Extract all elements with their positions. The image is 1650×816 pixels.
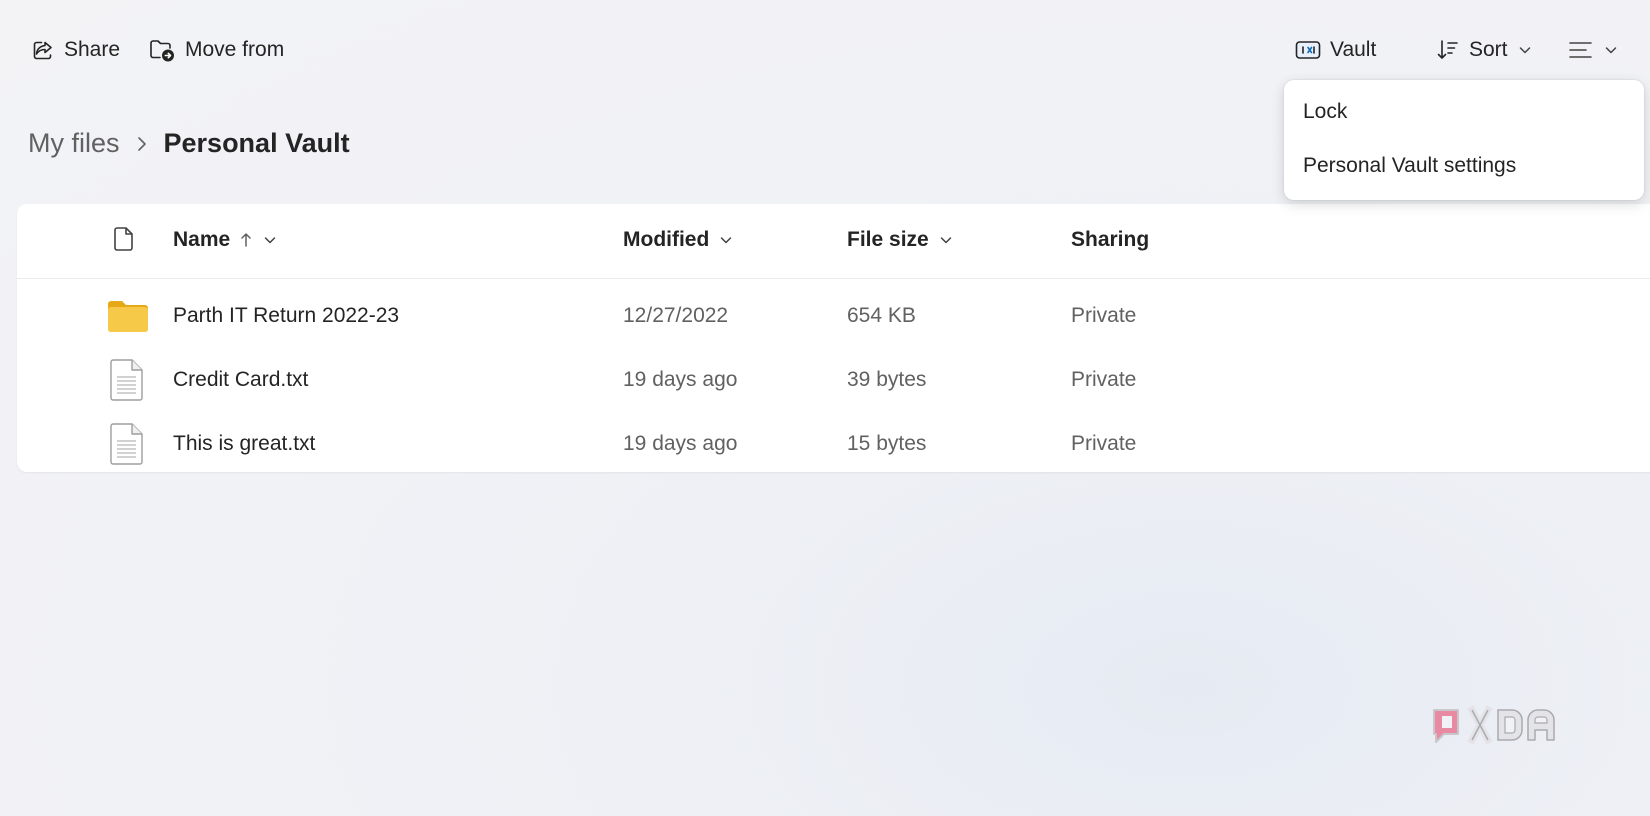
sort-icon — [1436, 38, 1460, 62]
file-sharing: Private — [1071, 432, 1137, 455]
vault-icon — [1295, 39, 1321, 61]
file-name[interactable]: Parth IT Return 2022-23 — [173, 304, 399, 328]
column-name-label: Name — [173, 228, 231, 251]
vault-menu: Lock Personal Vault settings — [1284, 80, 1644, 200]
file-list-header: Name Modified File size Sharing — [17, 204, 1650, 279]
chevron-down-icon — [718, 232, 734, 248]
column-header-modified[interactable]: Modified — [623, 228, 734, 252]
chevron-down-icon — [938, 232, 954, 248]
chevron-down-icon — [262, 232, 278, 248]
folder-icon — [106, 298, 150, 334]
file-name[interactable]: This is great.txt — [173, 432, 315, 456]
table-row[interactable]: Parth IT Return 2022-23 12/27/2022 654 K… — [17, 284, 1650, 348]
view-options-button[interactable] — [1568, 34, 1619, 66]
text-file-icon — [110, 422, 144, 466]
file-modified: 19 days ago — [623, 368, 738, 391]
file-size: 15 bytes — [847, 432, 927, 455]
column-sharing-label: Sharing — [1071, 228, 1150, 251]
share-icon — [31, 38, 55, 62]
column-header-sharing: Sharing — [1071, 228, 1149, 252]
list-view-icon — [1568, 39, 1594, 61]
chevron-down-icon — [1517, 42, 1533, 58]
share-button[interactable]: Share — [31, 34, 120, 66]
file-modified: 12/27/2022 — [623, 304, 729, 327]
chevron-down-icon — [1603, 42, 1619, 58]
page-title: Personal Vault — [163, 128, 350, 158]
text-file-icon — [110, 358, 144, 402]
arrow-up-icon — [239, 231, 253, 249]
breadcrumb: My files Personal Vault — [28, 128, 350, 159]
table-row[interactable]: Credit Card.txt 19 days ago 39 bytes Pri… — [17, 348, 1650, 412]
column-file-size-label: File size — [847, 228, 929, 251]
column-header-name[interactable]: Name — [173, 228, 278, 252]
file-type-icon[interactable] — [113, 226, 135, 252]
move-from-button[interactable]: Move from — [149, 34, 284, 66]
menu-item-personal-vault-settings[interactable]: Personal Vault settings — [1284, 140, 1644, 192]
share-label: Share — [64, 38, 121, 61]
folder-arrow-icon — [149, 37, 176, 63]
column-header-file-size[interactable]: File size — [847, 228, 954, 252]
table-row[interactable]: This is great.txt 19 days ago 15 bytes P… — [17, 412, 1650, 476]
file-sharing: Private — [1071, 304, 1137, 327]
sort-button[interactable]: Sort — [1436, 34, 1533, 66]
chevron-right-icon — [136, 135, 148, 153]
menu-item-lock[interactable]: Lock — [1284, 86, 1644, 138]
breadcrumb-my-files[interactable]: My files — [28, 128, 120, 159]
sort-label: Sort — [1469, 38, 1508, 61]
file-size: 654 KB — [847, 304, 916, 327]
file-list: Name Modified File size Sharing Parth IT… — [17, 204, 1650, 472]
file-name[interactable]: Credit Card.txt — [173, 368, 308, 392]
xda-watermark-logo — [1428, 702, 1590, 756]
vault-button[interactable]: Vault — [1295, 34, 1376, 66]
file-size: 39 bytes — [847, 368, 927, 391]
vault-label: Vault — [1330, 38, 1377, 61]
file-modified: 19 days ago — [623, 432, 738, 455]
move-from-label: Move from — [185, 38, 285, 61]
file-sharing: Private — [1071, 368, 1137, 391]
column-modified-label: Modified — [623, 228, 710, 251]
